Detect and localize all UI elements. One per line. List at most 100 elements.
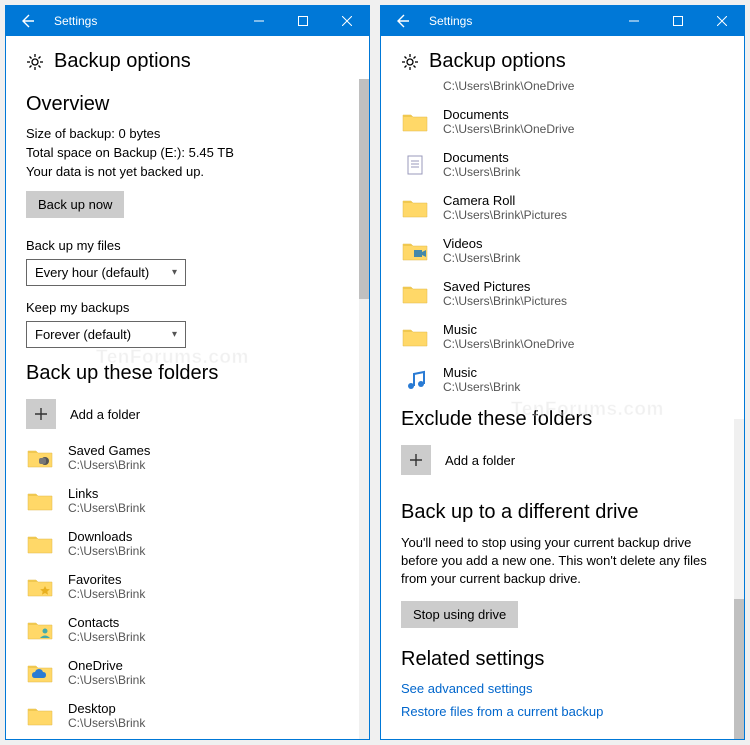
keep-backups-label: Keep my backups xyxy=(26,300,349,315)
page-header: Backup options xyxy=(6,36,369,79)
minimize-button[interactable] xyxy=(237,6,281,36)
folder-path: C:\Users\Brink xyxy=(68,458,150,472)
maximize-icon xyxy=(298,16,308,26)
backup-now-button[interactable]: Back up now xyxy=(26,191,124,218)
folder-item[interactable]: Videos C:\Users\Brink xyxy=(401,236,724,265)
different-drive-text: You'll need to stop using your current b… xyxy=(401,534,724,589)
folder-icon xyxy=(401,108,429,136)
minimize-icon xyxy=(629,16,639,26)
folder-path: C:\Users\Brink xyxy=(68,630,145,644)
content-area: C:\Users\Brink\OneDrive Documents C:\Use… xyxy=(381,79,744,739)
keep-backups-dropdown[interactable]: Forever (default) ▾ xyxy=(26,321,186,348)
folder-item[interactable]: Camera Roll C:\Users\Brink\Pictures xyxy=(401,193,724,222)
close-icon xyxy=(717,16,727,26)
folder-path: C:\Users\Brink\Pictures xyxy=(443,294,567,308)
back-arrow-icon xyxy=(20,13,36,29)
folder-name: Favorites xyxy=(68,572,145,587)
folder-item[interactable]: Downloads C:\Users\Brink xyxy=(26,529,349,558)
folder-path: C:\Users\Brink xyxy=(443,380,520,394)
folder-name: Documents xyxy=(443,150,520,165)
advanced-settings-link[interactable]: See advanced settings xyxy=(401,681,724,696)
scrollbar-thumb[interactable] xyxy=(359,79,369,299)
folder-item[interactable]: Music C:\Users\Brink xyxy=(401,365,724,394)
close-button[interactable] xyxy=(700,6,744,36)
plus-icon xyxy=(26,399,56,429)
folder-icon xyxy=(401,280,429,308)
overview-heading: Overview xyxy=(26,93,349,116)
folder-path: C:\Users\Brink xyxy=(443,165,520,179)
favorites-icon xyxy=(26,573,54,601)
folder-item[interactable]: C:\Users\Brink\OneDrive xyxy=(401,79,724,93)
backup-size: Size of backup: 0 bytes xyxy=(26,126,349,141)
folder-icon xyxy=(401,323,429,351)
folder-item[interactable]: Saved Pictures C:\Users\Brink\Pictures xyxy=(401,279,724,308)
related-settings-heading: Related settings xyxy=(401,648,724,671)
folder-name: Saved Pictures xyxy=(443,279,567,294)
total-space: Total space on Backup (E:): 5.45 TB xyxy=(26,145,349,160)
folder-name: Downloads xyxy=(68,529,145,544)
folder-icon xyxy=(26,702,54,730)
folder-path: C:\Users\Brink xyxy=(68,544,145,558)
restore-files-link[interactable]: Restore files from a current backup xyxy=(401,704,724,719)
scrollbar-thumb[interactable] xyxy=(734,599,744,739)
maximize-button[interactable] xyxy=(656,6,700,36)
folder-item[interactable]: Music C:\Users\Brink\OneDrive xyxy=(401,322,724,351)
folder-path: C:\Users\Brink xyxy=(68,716,145,730)
folder-icon xyxy=(26,487,54,515)
back-arrow-icon xyxy=(395,13,411,29)
window-controls xyxy=(612,6,744,36)
music-icon xyxy=(401,366,429,394)
stop-using-drive-button[interactable]: Stop using drive xyxy=(401,601,518,628)
folder-item[interactable]: Documents C:\Users\Brink\OneDrive xyxy=(401,107,724,136)
folder-name: Links xyxy=(68,486,145,501)
onedrive-icon xyxy=(26,659,54,687)
folder-name: Camera Roll xyxy=(443,193,567,208)
saved-games-icon xyxy=(26,444,54,472)
folder-path: C:\Users\Brink\Pictures xyxy=(443,208,567,222)
folder-item[interactable]: Desktop C:\Users\Brink xyxy=(26,701,349,730)
folder-name: Contacts xyxy=(68,615,145,630)
plus-icon xyxy=(401,445,431,475)
folder-name: Saved Games xyxy=(68,443,150,458)
exclude-folders-heading: Exclude these folders xyxy=(401,408,724,431)
folder-icon xyxy=(401,80,429,92)
videos-icon xyxy=(401,237,429,265)
folder-path: C:\Users\Brink xyxy=(68,501,145,515)
add-folder-label: Add a folder xyxy=(445,453,515,468)
dropdown-value: Forever (default) xyxy=(35,327,131,342)
folder-icon xyxy=(401,194,429,222)
titlebar: Settings xyxy=(381,6,744,36)
folder-item[interactable]: Contacts C:\Users\Brink xyxy=(26,615,349,644)
minimize-icon xyxy=(254,16,264,26)
close-icon xyxy=(342,16,352,26)
chevron-down-icon: ▾ xyxy=(172,267,177,278)
folder-item[interactable]: Saved Games C:\Users\Brink xyxy=(26,443,349,472)
back-button[interactable] xyxy=(6,6,50,36)
maximize-button[interactable] xyxy=(281,6,325,36)
backup-frequency-label: Back up my files xyxy=(26,238,349,253)
folder-path: C:\Users\Brink\OneDrive xyxy=(443,122,574,136)
folder-path: C:\Users\Brink xyxy=(443,251,520,265)
close-button[interactable] xyxy=(325,6,369,36)
titlebar: Settings xyxy=(6,6,369,36)
minimize-button[interactable] xyxy=(612,6,656,36)
back-button[interactable] xyxy=(381,6,425,36)
backup-frequency-dropdown[interactable]: Every hour (default) ▾ xyxy=(26,259,186,286)
add-folder-button[interactable]: Add a folder xyxy=(26,399,349,429)
page-title: Backup options xyxy=(54,50,191,73)
folder-item[interactable]: Favorites C:\Users\Brink xyxy=(26,572,349,601)
settings-window-left: Settings Backup options Overview Size of… xyxy=(5,5,370,740)
documents-icon xyxy=(401,151,429,179)
folder-path: C:\Users\Brink\OneDrive xyxy=(443,337,574,351)
folder-path: C:\Users\Brink xyxy=(68,673,145,687)
add-exclude-folder-button[interactable]: Add a folder xyxy=(401,445,724,475)
folder-item[interactable]: Links C:\Users\Brink xyxy=(26,486,349,515)
folder-name: OneDrive xyxy=(68,658,145,673)
different-drive-heading: Back up to a different drive xyxy=(401,501,724,524)
gear-icon xyxy=(401,53,419,71)
folder-item[interactable]: Documents C:\Users\Brink xyxy=(401,150,724,179)
folder-name: Music xyxy=(443,365,520,380)
add-folder-label: Add a folder xyxy=(70,407,140,422)
page-header: Backup options xyxy=(381,36,744,79)
folder-item[interactable]: OneDrive C:\Users\Brink xyxy=(26,658,349,687)
